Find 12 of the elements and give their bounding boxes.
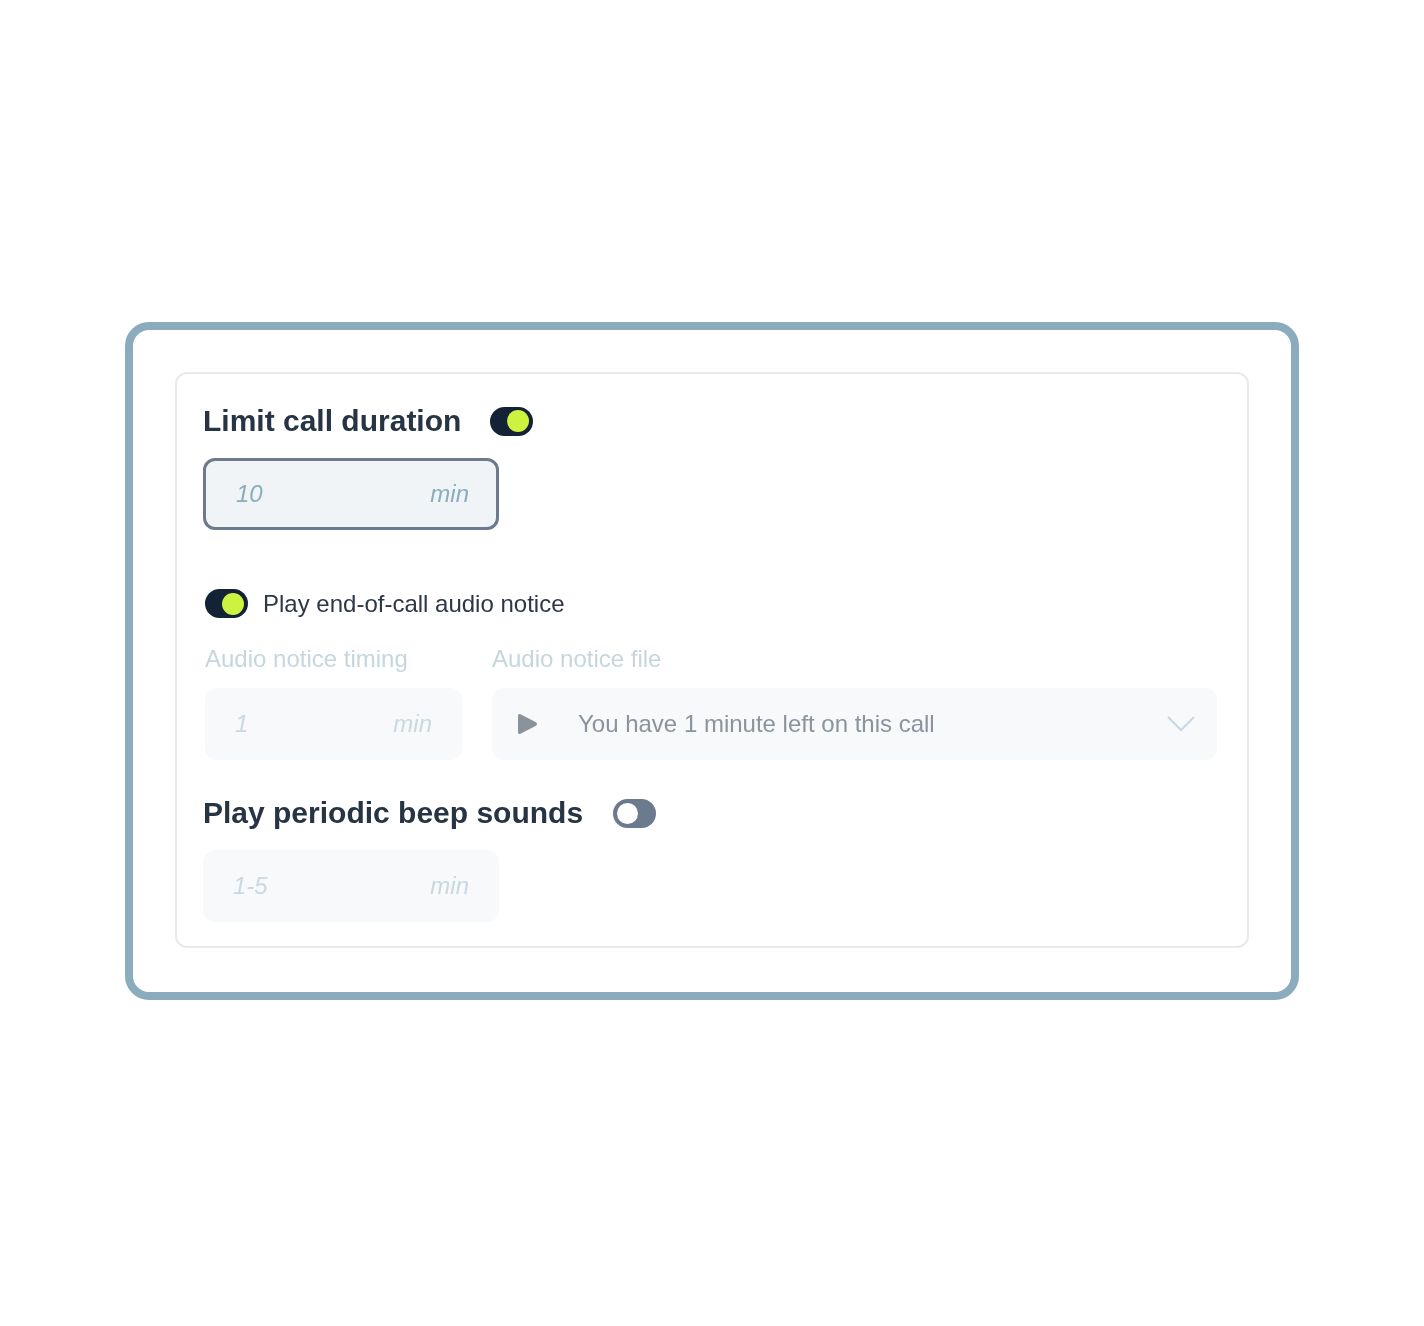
section-heading: Play periodic beep sounds <box>203 795 584 831</box>
section-heading: Limit call duration <box>203 403 462 439</box>
toggle-switch[interactable] <box>613 798 657 828</box>
toggle-label: Play end-of-call audio notice <box>263 588 565 619</box>
field-label: Audio notice file <box>492 644 663 674</box>
selected-file-text: You have 1 minute left on this call <box>578 709 936 739</box>
field-label: Audio notice timing <box>205 644 409 674</box>
toggle-switch[interactable] <box>490 406 534 436</box>
toggle-switch[interactable] <box>205 589 248 618</box>
chevron-down-icon <box>1167 716 1195 732</box>
play-icon <box>518 713 538 735</box>
unit-label: min <box>430 479 469 509</box>
